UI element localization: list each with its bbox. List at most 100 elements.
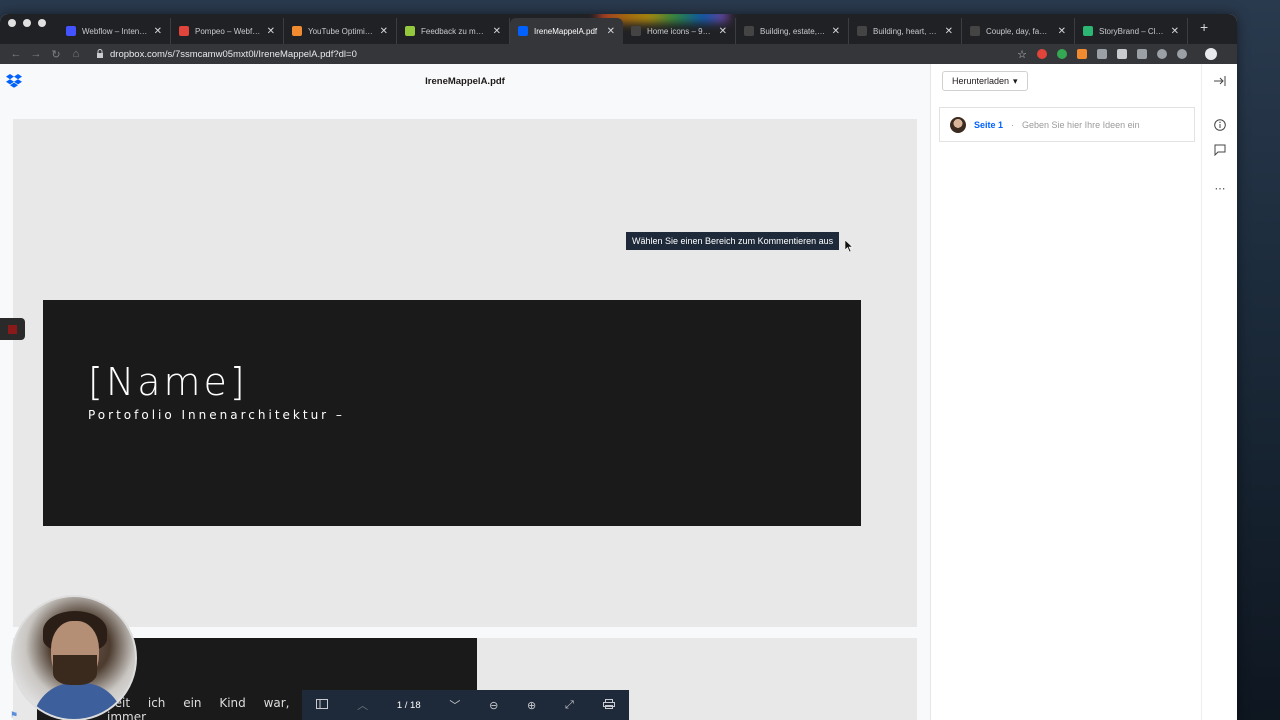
browser-tab[interactable]: Webflow – Intensivtr ✕ <box>58 18 171 44</box>
tab-strip: Webflow – Intensivtr ✕ Pompeo – Webflow E ✕… <box>0 14 1237 44</box>
current-page: 1 <box>396 699 403 711</box>
browser-tab[interactable]: Building, estate, hou ✕ <box>736 18 849 44</box>
bulb-icon[interactable] <box>1157 49 1167 59</box>
tab-close-icon[interactable]: ✕ <box>832 26 840 37</box>
tab-favicon-icon <box>1083 26 1093 36</box>
tab-title: YouTube Optimized <box>308 26 374 36</box>
info-icon[interactable] <box>1202 119 1237 134</box>
tab-title: Home icons – 96 fre <box>647 26 713 36</box>
comments-panel: Herunterladen ▾ Seite 1 · Geben Sie hier… <box>930 64 1201 720</box>
tab-title: Feedback zu meiner <box>421 26 487 36</box>
browser-toolbar: ← → ↻ ⌂ dropbox.com/s/7ssmcamw05mxt0l/Ir… <box>0 44 1237 64</box>
camera-icon[interactable] <box>1097 49 1107 59</box>
tab-close-icon[interactable]: ✕ <box>607 26 615 37</box>
screen-record-button[interactable] <box>0 318 25 340</box>
tab-close-icon[interactable]: ✕ <box>267 26 275 37</box>
tab-favicon-icon <box>179 26 189 36</box>
profile-avatar-icon[interactable] <box>1205 48 1217 60</box>
tab-close-icon[interactable]: ✕ <box>1058 26 1066 37</box>
lock-icon <box>96 48 104 60</box>
browser-tab[interactable]: Building, heart, hom ✕ <box>849 18 962 44</box>
total-pages: / 18 <box>404 699 421 711</box>
comment-separator: · <box>1011 119 1015 130</box>
browser-tab[interactable]: Pompeo – Webflow E ✕ <box>171 18 284 44</box>
extension-green-icon[interactable] <box>1057 49 1067 59</box>
extension-red-icon[interactable] <box>1037 49 1047 59</box>
back-icon[interactable]: ← <box>6 48 26 60</box>
tab-favicon-icon <box>518 26 528 36</box>
home-icon[interactable]: ⌂ <box>66 48 86 60</box>
comment-icon[interactable] <box>1202 144 1237 159</box>
download-button[interactable]: Herunterladen ▾ <box>942 71 1028 91</box>
webcam-shirt <box>33 683 123 719</box>
viewer-controls: ︿ 1 / 18 ﹀ ⊖ ⊕ ⤢ <box>302 690 629 720</box>
file-title: IreneMappelA.pdf <box>425 76 505 87</box>
tab-title: Building, heart, hom <box>873 26 939 36</box>
browser-tab[interactable]: Feedback zu meiner ✕ <box>397 18 510 44</box>
cover-banner: [Name] Portofolio Innenarchitektur – <box>43 300 861 526</box>
document-area: IreneMappelA.pdf [Name] Portofolio Innen… <box>0 64 930 720</box>
comment-placeholder: Geben Sie hier Ihre Ideen ein <box>1022 119 1140 130</box>
previous-page-icon[interactable]: ︿ <box>357 697 368 713</box>
comment-input[interactable]: Seite 1 · Geben Sie hier Ihre Ideen ein <box>939 107 1195 142</box>
right-rail: ⋯ <box>1201 64 1237 720</box>
pinterest-icon[interactable] <box>1177 49 1187 59</box>
forward-icon[interactable]: → <box>26 48 46 60</box>
close-window-button[interactable] <box>8 19 16 27</box>
tab-close-icon[interactable]: ✕ <box>493 26 501 37</box>
tab-favicon-icon <box>970 26 980 36</box>
record-stop-icon <box>8 325 17 334</box>
browser-tab[interactable]: YouTube Optimized ✕ <box>284 18 397 44</box>
comment-tooltip: Wählen Sie einen Bereich zum Kommentiere… <box>626 232 840 250</box>
webcam-overlay <box>11 595 137 720</box>
zoom-in-icon[interactable]: ⊕ <box>527 699 536 712</box>
cover-subtitle: Portofolio Innenarchitektur – <box>88 408 345 422</box>
new-tab-button[interactable]: + <box>1188 19 1220 39</box>
webcam-beard <box>53 655 97 685</box>
tab-close-icon[interactable]: ✕ <box>719 26 727 37</box>
pdf-page-1[interactable]: [Name] Portofolio Innenarchitektur – <box>13 119 917 627</box>
browser-tab[interactable]: Couple, day, family, ✕ <box>962 18 1075 44</box>
minimize-window-button[interactable] <box>23 19 31 27</box>
fullscreen-icon[interactable]: ⤢ <box>565 699 574 712</box>
download-label: Herunterladen <box>952 76 1010 86</box>
browser-tab[interactable]: StoryBrand – Clarify ✕ <box>1075 18 1188 44</box>
tab-title: Pompeo – Webflow E <box>195 26 261 36</box>
tab-title: Couple, day, family, <box>986 26 1052 36</box>
rss-icon[interactable] <box>1077 49 1087 59</box>
window-controls <box>0 19 58 37</box>
grid-icon[interactable] <box>1117 49 1127 59</box>
tab-close-icon[interactable]: ✕ <box>380 26 388 37</box>
maximize-window-button[interactable] <box>38 19 46 27</box>
sidebar-toggle-icon[interactable] <box>316 698 329 712</box>
tab-close-icon[interactable]: ✕ <box>945 26 953 37</box>
collapse-panel-icon[interactable] <box>1202 76 1237 89</box>
extension-icons: ☆ <box>1017 48 1231 61</box>
tab-title: Webflow – Intensivtr <box>82 26 148 36</box>
next-page-icon[interactable]: ﹀ <box>449 697 460 713</box>
cover-name: [Name] <box>88 360 248 404</box>
avatar <box>950 116 966 133</box>
bookmark-star-icon[interactable]: ☆ <box>1017 48 1027 61</box>
browser-tab[interactable]: IreneMappelA.pdf ✕ <box>510 18 623 44</box>
browser-tab[interactable]: Home icons – 96 fre ✕ <box>623 18 736 44</box>
tab-close-icon[interactable]: ✕ <box>154 26 162 37</box>
more-options-icon[interactable]: ⋯ <box>1202 182 1237 195</box>
tab-favicon-icon <box>405 26 415 36</box>
tabs: Webflow – Intensivtr ✕ Pompeo – Webflow E ✕… <box>58 14 1188 44</box>
url-text[interactable]: dropbox.com/s/7ssmcamw05mxt0l/IreneMappe… <box>110 49 357 60</box>
screenshot-icon[interactable] <box>1137 49 1147 59</box>
tab-title: Building, estate, hou <box>760 26 826 36</box>
reload-icon[interactable]: ↻ <box>46 48 66 61</box>
tab-close-icon[interactable]: ✕ <box>1171 26 1179 37</box>
tab-favicon-icon <box>744 26 754 36</box>
page-indicator[interactable]: 1 / 18 <box>397 700 421 711</box>
address-bar[interactable]: dropbox.com/s/7ssmcamw05mxt0l/IreneMappe… <box>96 49 1017 60</box>
tab-favicon-icon <box>292 26 302 36</box>
flag-icon[interactable]: ⚑ <box>10 710 18 720</box>
tab-favicon-icon <box>857 26 867 36</box>
tab-title: IreneMappelA.pdf <box>534 26 598 36</box>
print-icon[interactable] <box>602 698 615 712</box>
zoom-out-icon[interactable]: ⊖ <box>489 699 498 712</box>
dropbox-viewer: IreneMappelA.pdf [Name] Portofolio Innen… <box>0 64 1237 720</box>
